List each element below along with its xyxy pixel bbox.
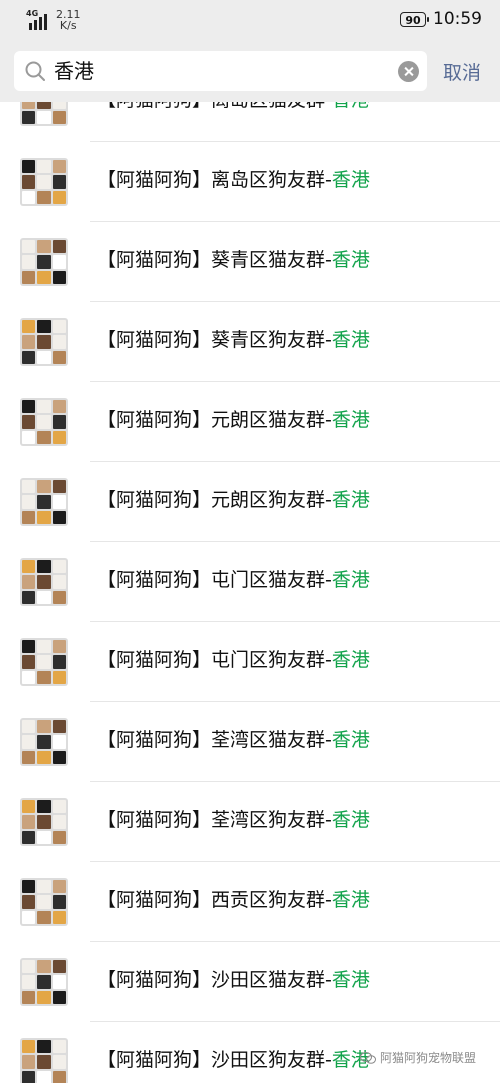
- list-item[interactable]: 【阿猫阿狗】荃湾区狗友群-香港: [0, 782, 500, 862]
- group-name: 【阿猫阿狗】葵青区猫友群-香港: [97, 246, 370, 274]
- group-avatar: [20, 158, 68, 206]
- group-name: 【阿猫阿狗】离岛区狗友群-香港: [97, 166, 370, 194]
- group-name: 【阿猫阿狗】沙田区猫友群-香港: [97, 966, 370, 994]
- group-name: 【阿猫阿狗】沙田区狗友群-香港: [97, 1046, 370, 1074]
- search-query[interactable]: 香港: [54, 57, 94, 85]
- group-name-prefix: 【阿猫阿狗】屯门区狗友群-: [97, 649, 332, 671]
- group-name-prefix: 【阿猫阿狗】元朗区猫友群-: [97, 409, 332, 431]
- group-name-prefix: 【阿猫阿狗】离岛区猫友群-: [97, 102, 332, 111]
- group-avatar: [20, 878, 68, 926]
- list-item[interactable]: 【阿猫阿狗】离岛区猫友群-香港: [0, 102, 500, 142]
- group-name-prefix: 【阿猫阿狗】屯门区猫友群-: [97, 569, 332, 591]
- group-name-highlight: 香港: [331, 729, 370, 751]
- list-item[interactable]: 【阿猫阿狗】元朗区猫友群-香港: [0, 382, 500, 462]
- group-name-highlight: 香港: [331, 409, 370, 431]
- group-name-prefix: 【阿猫阿狗】葵青区狗友群-: [97, 329, 332, 351]
- group-name-highlight: 香港: [331, 889, 370, 911]
- list-item[interactable]: 【阿猫阿狗】元朗区狗友群-香港: [0, 462, 500, 542]
- group-avatar: [20, 798, 68, 846]
- group-name: 【阿猫阿狗】荃湾区猫友群-香港: [97, 726, 370, 754]
- group-avatar: [20, 102, 68, 126]
- group-name: 【阿猫阿狗】西贡区狗友群-香港: [97, 886, 370, 914]
- group-name-highlight: 香港: [331, 329, 370, 351]
- group-name-highlight: 香港: [331, 809, 370, 831]
- group-name-prefix: 【阿猫阿狗】荃湾区猫友群-: [97, 729, 332, 751]
- watermark-text: 阿猫阿狗宠物联盟: [380, 1051, 477, 1065]
- network-speed: 2.11 K/s: [56, 9, 81, 31]
- list-item[interactable]: 【阿猫阿狗】葵青区猫友群-香港: [0, 222, 500, 302]
- cancel-button[interactable]: 取消: [443, 58, 481, 85]
- group-avatar: [20, 478, 68, 526]
- group-avatar: [20, 558, 68, 606]
- search-bar: 香港 取消: [0, 40, 500, 102]
- search-input[interactable]: 香港: [14, 51, 427, 91]
- group-name-highlight: 香港: [331, 569, 370, 591]
- list-item[interactable]: 【阿猫阿狗】沙田区猫友群-香港: [0, 942, 500, 1022]
- group-name-prefix: 【阿猫阿狗】荃湾区狗友群-: [97, 809, 332, 831]
- group-name-prefix: 【阿猫阿狗】元朗区狗友群-: [97, 489, 332, 511]
- group-name: 【阿猫阿狗】离岛区猫友群-香港: [97, 102, 370, 114]
- group-name: 【阿猫阿狗】葵青区狗友群-香港: [97, 326, 370, 354]
- group-name-highlight: 香港: [331, 649, 370, 671]
- group-avatar: [20, 958, 68, 1006]
- group-name-highlight: 香港: [331, 489, 370, 511]
- group-avatar: [20, 718, 68, 766]
- group-name-prefix: 【阿猫阿狗】葵青区猫友群-: [97, 249, 332, 271]
- group-name-prefix: 【阿猫阿狗】西贡区狗友群-: [97, 889, 332, 911]
- group-name: 【阿猫阿狗】荃湾区狗友群-香港: [97, 806, 370, 834]
- list-item[interactable]: 【阿猫阿狗】西贡区狗友群-香港: [0, 862, 500, 942]
- list-item[interactable]: 【阿猫阿狗】荃湾区猫友群-香港: [0, 702, 500, 782]
- search-results-list: 【阿猫阿狗】离岛区猫友群-香港【阿猫阿狗】离岛区狗友群-香港【阿猫阿狗】葵青区猫…: [0, 102, 500, 1083]
- group-name: 【阿猫阿狗】屯门区狗友群-香港: [97, 646, 370, 674]
- list-item[interactable]: 【阿猫阿狗】屯门区猫友群-香港: [0, 542, 500, 622]
- group-name: 【阿猫阿狗】屯门区猫友群-香港: [97, 566, 370, 594]
- group-avatar: [20, 638, 68, 686]
- battery-icon: 90: [400, 12, 429, 27]
- group-avatar: [20, 238, 68, 286]
- group-name-highlight: 香港: [331, 249, 370, 271]
- group-avatar: [20, 398, 68, 446]
- group-avatar: [20, 318, 68, 366]
- clock: 10:59: [433, 9, 482, 29]
- list-item[interactable]: 【阿猫阿狗】屯门区狗友群-香港: [0, 622, 500, 702]
- list-item[interactable]: 【阿猫阿狗】葵青区狗友群-香港: [0, 302, 500, 382]
- group-name-prefix: 【阿猫阿狗】离岛区狗友群-: [97, 169, 332, 191]
- group-name: 【阿猫阿狗】元朗区猫友群-香港: [97, 406, 370, 434]
- status-bar: 4G 2.11 K/s 90 10:59: [0, 0, 500, 40]
- group-name-highlight: 香港: [332, 102, 370, 111]
- list-item[interactable]: 【阿猫阿狗】离岛区狗友群-香港: [0, 142, 500, 222]
- group-name-prefix: 【阿猫阿狗】沙田区狗友群-: [97, 1049, 332, 1071]
- group-name-highlight: 香港: [331, 969, 370, 991]
- group-name-highlight: 香港: [331, 169, 370, 191]
- search-icon: [25, 61, 45, 81]
- group-avatar: [20, 1038, 68, 1083]
- group-name: 【阿猫阿狗】元朗区狗友群-香港: [97, 486, 370, 514]
- speed-unit: K/s: [59, 19, 77, 32]
- group-name-prefix: 【阿猫阿狗】沙田区猫友群-: [97, 969, 332, 991]
- clear-icon[interactable]: [398, 61, 419, 82]
- watermark: 阿猫阿狗宠物联盟: [360, 1049, 476, 1066]
- signal-icon: [29, 14, 47, 30]
- wechat-icon: [360, 1052, 376, 1064]
